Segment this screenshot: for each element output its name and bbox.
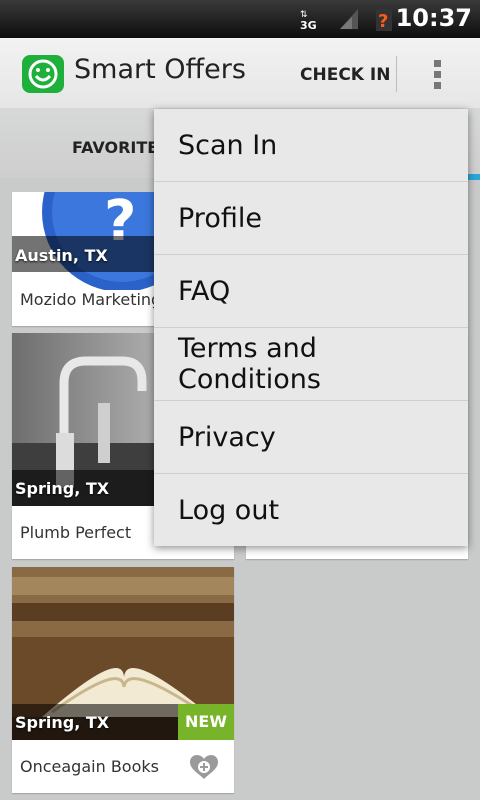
card-name: Onceagain Books (20, 757, 159, 776)
app-title: Smart Offers (74, 54, 246, 85)
menu-item-faq[interactable]: FAQ (154, 255, 468, 328)
overflow-menu-icon[interactable] (426, 58, 450, 92)
network-3g-icon: ⇅ 3G (300, 7, 318, 35)
tab-favorites[interactable]: FAVORITE (72, 138, 158, 157)
overflow-menu: Scan In Profile FAQ Terms and Conditions… (154, 109, 468, 546)
action-bar: Smart Offers CHECK IN (0, 38, 480, 109)
svg-text:?: ? (378, 11, 388, 32)
battery-unknown-icon: ? (374, 7, 394, 37)
menu-item-terms[interactable]: Terms and Conditions (154, 328, 468, 401)
check-in-button[interactable]: CHECK IN (300, 65, 390, 85)
status-time: 10:37 (395, 4, 472, 32)
card-location: Spring, TX (15, 713, 110, 732)
card-name: Mozido Marketing (20, 290, 162, 309)
menu-item-privacy[interactable]: Privacy (154, 401, 468, 474)
svg-text:3G: 3G (300, 19, 317, 31)
status-bar: ⇅ 3G ? 10:37 (0, 0, 480, 38)
offer-card[interactable]: NEW Spring, TX Onceagain Books (12, 567, 234, 793)
card-name: Plumb Perfect (20, 523, 132, 542)
favorite-heart-icon[interactable] (188, 753, 220, 781)
card-location: Spring, TX (15, 479, 110, 498)
action-divider (396, 56, 397, 92)
smiley-app-icon (22, 55, 64, 93)
signal-icon (338, 7, 360, 35)
menu-item-logout[interactable]: Log out (154, 474, 468, 546)
new-badge: NEW (178, 704, 234, 740)
card-location: Austin, TX (15, 246, 108, 265)
menu-item-profile[interactable]: Profile (154, 182, 468, 255)
menu-item-scan-in[interactable]: Scan In (154, 109, 468, 182)
